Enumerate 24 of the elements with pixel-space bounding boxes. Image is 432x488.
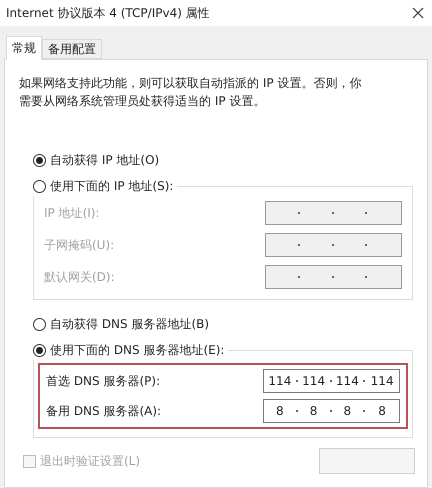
radio-label: 自动获得 IP 地址(O)	[50, 152, 160, 169]
window-title: Internet 协议版本 4 (TCP/IPv4) 属性	[6, 5, 210, 22]
octet-value: 114	[370, 373, 395, 390]
checkbox-label: 退出时验证设置(L)	[40, 453, 140, 470]
octet-value: 8	[377, 403, 387, 420]
tab[interactable]: 备用配置	[42, 39, 102, 59]
field-label: 首选 DNS 服务器(P):	[46, 373, 160, 390]
radio-label: 自动获得 DNS 服务器地址(B)	[50, 316, 210, 333]
tab[interactable]: 常规	[6, 36, 42, 60]
octet-value: 8	[342, 403, 352, 420]
ip-address-field[interactable]: 114 114 114 114	[263, 369, 400, 393]
radio-label: 使用下面的 IP 地址(S):	[50, 178, 174, 195]
octet-value: 114	[301, 373, 326, 390]
ip-address-field[interactable]: 8 8 8 8	[263, 399, 400, 423]
field-label: IP 地址(I):	[44, 205, 100, 222]
octet-value: 8	[308, 403, 318, 420]
radio-label: 使用下面的 DNS 服务器地址(E):	[50, 342, 224, 359]
field-label: 备用 DNS 服务器(A):	[46, 403, 162, 420]
description-text: 如果网络支持此功能，则可以获取自动指派的 IP 设置。否则，你需要从网络系统管理员处获得适当的 IP 设置。	[19, 75, 362, 110]
field-label: 默认网关(D):	[44, 269, 115, 286]
octet-value: 8	[275, 403, 285, 420]
octet-value: 114	[334, 373, 360, 390]
octet-value: 114	[267, 373, 292, 390]
field-label: 子网掩码(U):	[44, 237, 114, 254]
